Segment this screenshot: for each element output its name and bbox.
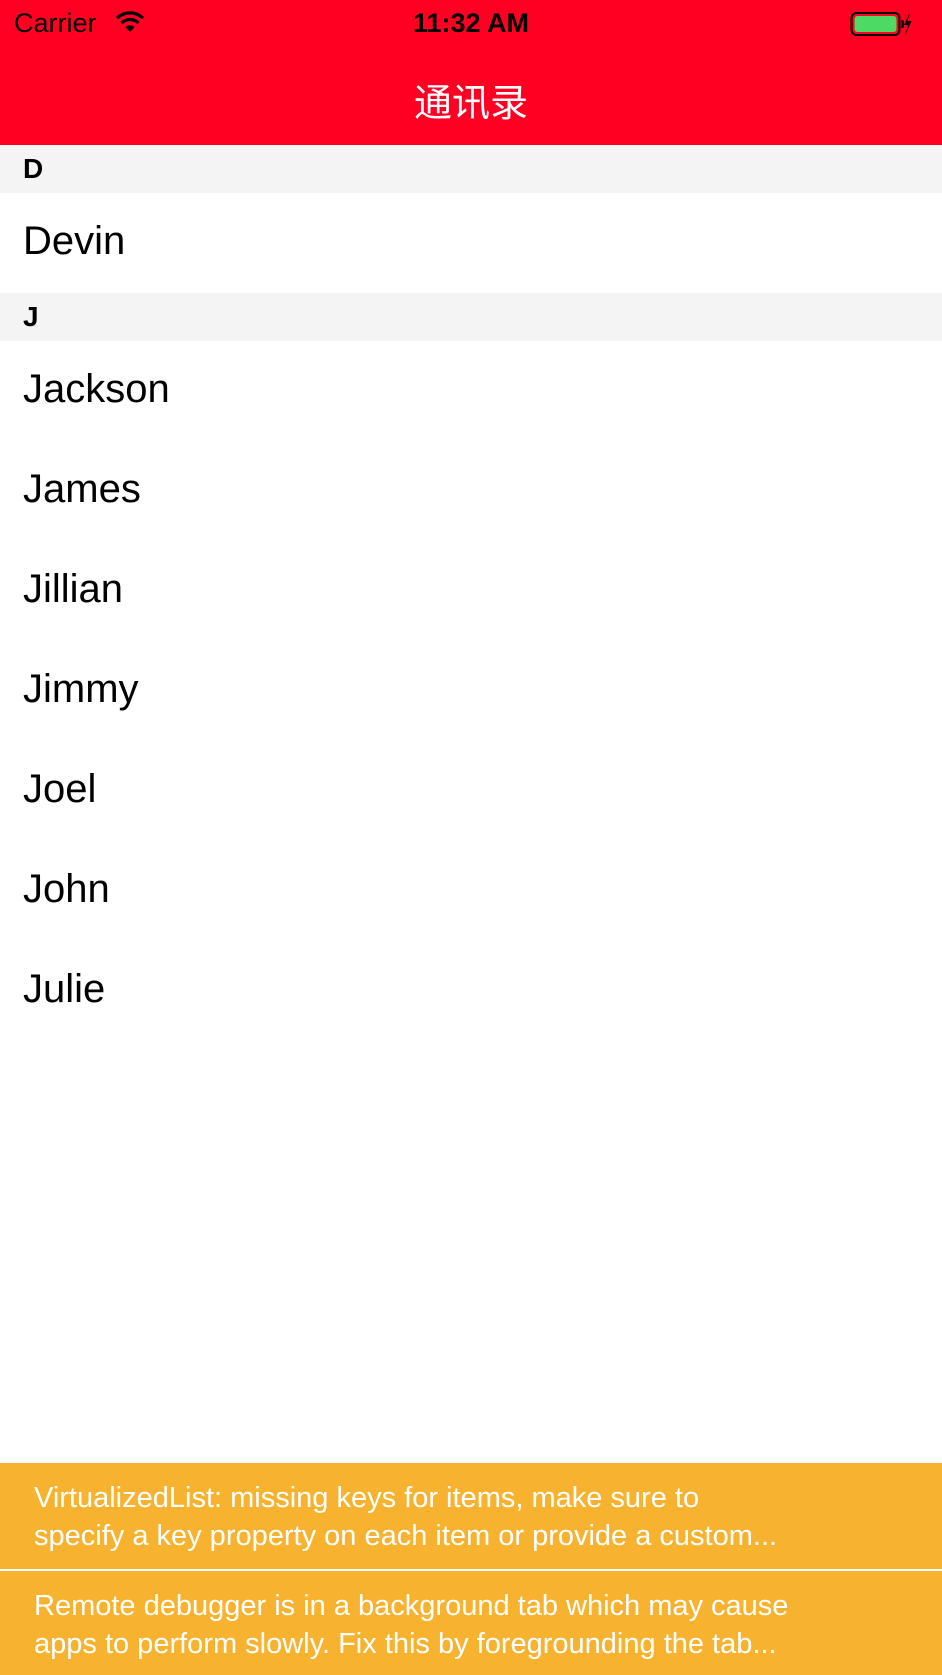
warning-text-line: Remote debugger is in a background tab w… — [34, 1590, 789, 1622]
warning-toasts: VirtualizedList: missing keys for items,… — [0, 1463, 942, 1675]
contact-row-julie[interactable]: Julie — [0, 941, 942, 1041]
contact-list[interactable]: D Devin J Jackson James Jillian Jimmy Jo… — [0, 145, 942, 1041]
warning-toast-remote-debugger[interactable]: Remote debugger is in a background tab w… — [0, 1569, 942, 1675]
contact-row-jillian[interactable]: Jillian — [0, 541, 942, 641]
section-header-d: D — [0, 145, 942, 193]
contact-row-joel[interactable]: Joel — [0, 741, 942, 841]
contact-row-jackson[interactable]: Jackson — [0, 341, 942, 441]
warning-text-line: apps to perform slowly. Fix this by fore… — [34, 1628, 777, 1660]
contact-row-devin[interactable]: Devin — [0, 193, 942, 293]
battery-charging-icon — [850, 12, 912, 36]
page-title: 通讯录 — [413, 81, 528, 125]
warning-text-line: VirtualizedList: missing keys for items,… — [34, 1482, 700, 1514]
contact-row-james[interactable]: James — [0, 441, 942, 541]
navigation-header: Carrier 11:32 AM 通讯录 — [0, 0, 942, 145]
warning-text-line: specify a key property on each item or p… — [34, 1520, 778, 1552]
contact-row-jimmy[interactable]: Jimmy — [0, 641, 942, 741]
section-header-j: J — [0, 293, 942, 341]
status-bar: Carrier 11:32 AM — [0, 0, 942, 48]
status-time: 11:32 AM — [412, 8, 530, 38]
contact-row-john[interactable]: John — [0, 841, 942, 941]
warning-toast-missing-keys[interactable]: VirtualizedList: missing keys for items,… — [0, 1463, 942, 1569]
